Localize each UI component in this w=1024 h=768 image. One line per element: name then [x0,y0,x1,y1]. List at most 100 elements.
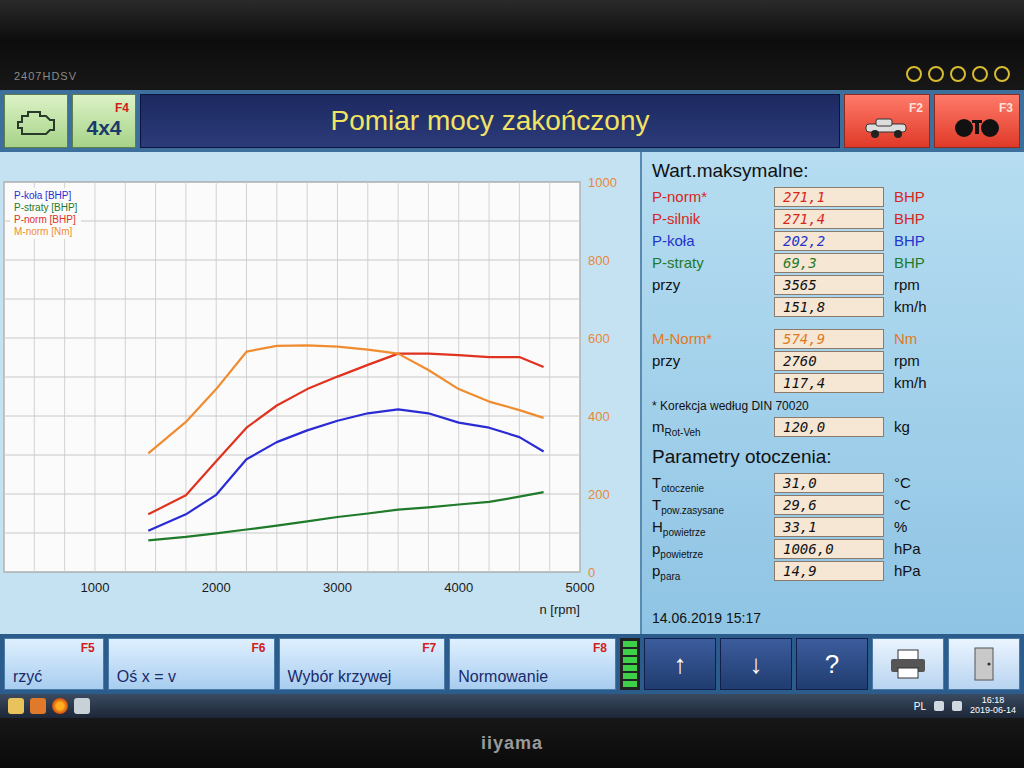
network-icon[interactable] [934,701,944,711]
clock-date: 2019-06-14 [970,706,1016,716]
media-player-icon[interactable] [30,698,46,714]
clock[interactable]: 16:182019-06-14 [970,696,1016,716]
label-subscript: otoczenie [661,483,704,494]
value-row: P-straty69,3BHP [652,252,1014,273]
mode-button[interactable]: F44x4 [72,94,136,148]
function-bar: F5rzyćF6Oś x = vF7Wybór krzywejF8Normowa… [0,634,1024,694]
value-unit: Nm [894,330,1014,347]
label-subscript: Rot-Veh [665,427,701,438]
correction-note: * Korekcja według DIN 70020 [652,399,1014,413]
value-label: M-Norm* [652,330,764,347]
status-title: Pomiar mocy zakończony [140,94,840,148]
monitor-bezel-bottom: iiyama [0,718,1024,768]
value-unit: BHP [894,254,1014,271]
mode-label: 4x4 [86,116,121,140]
folder-icon[interactable] [8,698,24,714]
series-line [148,354,543,515]
function-button[interactable]: F7Wybór krzywej [279,638,446,690]
legend-item: P-koła [BHP] [14,190,77,201]
value-label: P-koła [652,232,764,249]
browser-icon[interactable] [52,698,68,714]
y-tick: 0 [588,565,595,580]
screen-photo: 2407HDSVF44x4Pomiar mocy zakończonyF2F30… [0,0,1024,768]
app-icon[interactable] [74,698,90,714]
value-box: 31,0 [774,473,884,493]
nav-button[interactable]: ? [796,638,868,690]
value-unit: hPa [894,540,1014,557]
door-icon [969,646,999,682]
value-unit: km/h [894,374,1014,391]
indicator-segment [623,673,637,679]
clock-time: 16:18 [982,696,1005,706]
value-label: ppara [652,562,764,579]
view-button[interactable]: F2 [844,94,930,148]
value-row: 117,4km/h [652,372,1014,393]
value-box: 202,2 [774,231,884,251]
x-tick: 2000 [202,580,231,595]
main-area: 0200400600800100010002000300040005000n [… [0,152,1024,634]
value-unit: rpm [894,352,1014,369]
function-key-label: F8 [593,642,607,655]
ambient-row: Tpow.zasysane29,6°C [652,494,1014,515]
value-label: P-silnik [652,210,764,227]
value-unit: BHP [894,210,1014,227]
value-box: 271,1 [774,187,884,207]
value-unit: BHP [894,232,1014,249]
print-button[interactable] [872,638,944,690]
function-label: Wybór krzywej [288,668,437,686]
osd-button-icon[interactable] [972,66,988,82]
ambient-row: Totoczenie31,0°C [652,472,1014,493]
indicator-segment [623,657,637,663]
indicator-segment [623,665,637,671]
plot-area [4,182,580,572]
grid-line [4,182,580,183]
indicator-segment [623,681,637,687]
value-row: P-norm*271,1BHP [652,186,1014,207]
x-axis-label: n [rpm] [540,602,580,617]
label-subscript: powietrze [660,549,703,560]
value-box: 33,1 [774,517,884,537]
nav-button[interactable]: ↑ [644,638,716,690]
volume-icon[interactable] [952,701,962,711]
printer-icon [888,648,928,680]
values-panel: Wart.maksymalne:P-norm*271,1BHPP-silnik2… [640,152,1024,634]
function-button[interactable]: F8Normowanie [449,638,616,690]
monitor-brand: iiyama [481,733,543,754]
exit-button[interactable] [948,638,1020,690]
value-label: przy [652,352,764,369]
indicator-segment [623,641,637,647]
value-row: P-koła 202,2 BHP [652,230,1014,251]
value-box: 29,6 [774,495,884,515]
engine-icon [16,106,56,136]
taskbar: PL 16:182019-06-14 [0,694,1024,718]
value-label: P-norm* [652,188,764,205]
osd-button-icon[interactable] [928,66,944,82]
value-unit: °C [894,496,1014,513]
value-label: mRot-Veh [652,418,764,435]
view-button[interactable]: F3 [934,94,1020,148]
value-label: przy [652,276,764,293]
mass-row: mRot-Veh120,0kg [652,416,1014,437]
function-button[interactable]: F5rzyć [4,638,104,690]
language-indicator[interactable]: PL [914,701,926,712]
monitor-bezel-top: 2407HDSV [0,0,1024,90]
osd-button-icon[interactable] [906,66,922,82]
osd-button-icon[interactable] [994,66,1010,82]
header-bar: F44x4Pomiar mocy zakończonyF2F3 [0,90,1024,152]
osd-button-icon[interactable] [950,66,966,82]
rollers-icon [952,116,1002,140]
taskbar-apps [8,698,90,714]
value-unit: hPa [894,562,1014,579]
monitor-model: 2407HDSV [14,70,77,82]
y-tick: 1000 [588,175,617,190]
grid-line [4,377,580,378]
value-box: 271,4 [774,209,884,229]
function-key-label: F4 [115,102,129,115]
indicator-segment [623,649,637,655]
engine-button[interactable] [4,94,68,148]
function-button[interactable]: F6Oś x = v [108,638,275,690]
x-tick: 3000 [323,580,352,595]
function-key-label: F3 [999,102,1013,115]
nav-button[interactable]: ↓ [720,638,792,690]
function-label: Oś x = v [117,668,266,686]
